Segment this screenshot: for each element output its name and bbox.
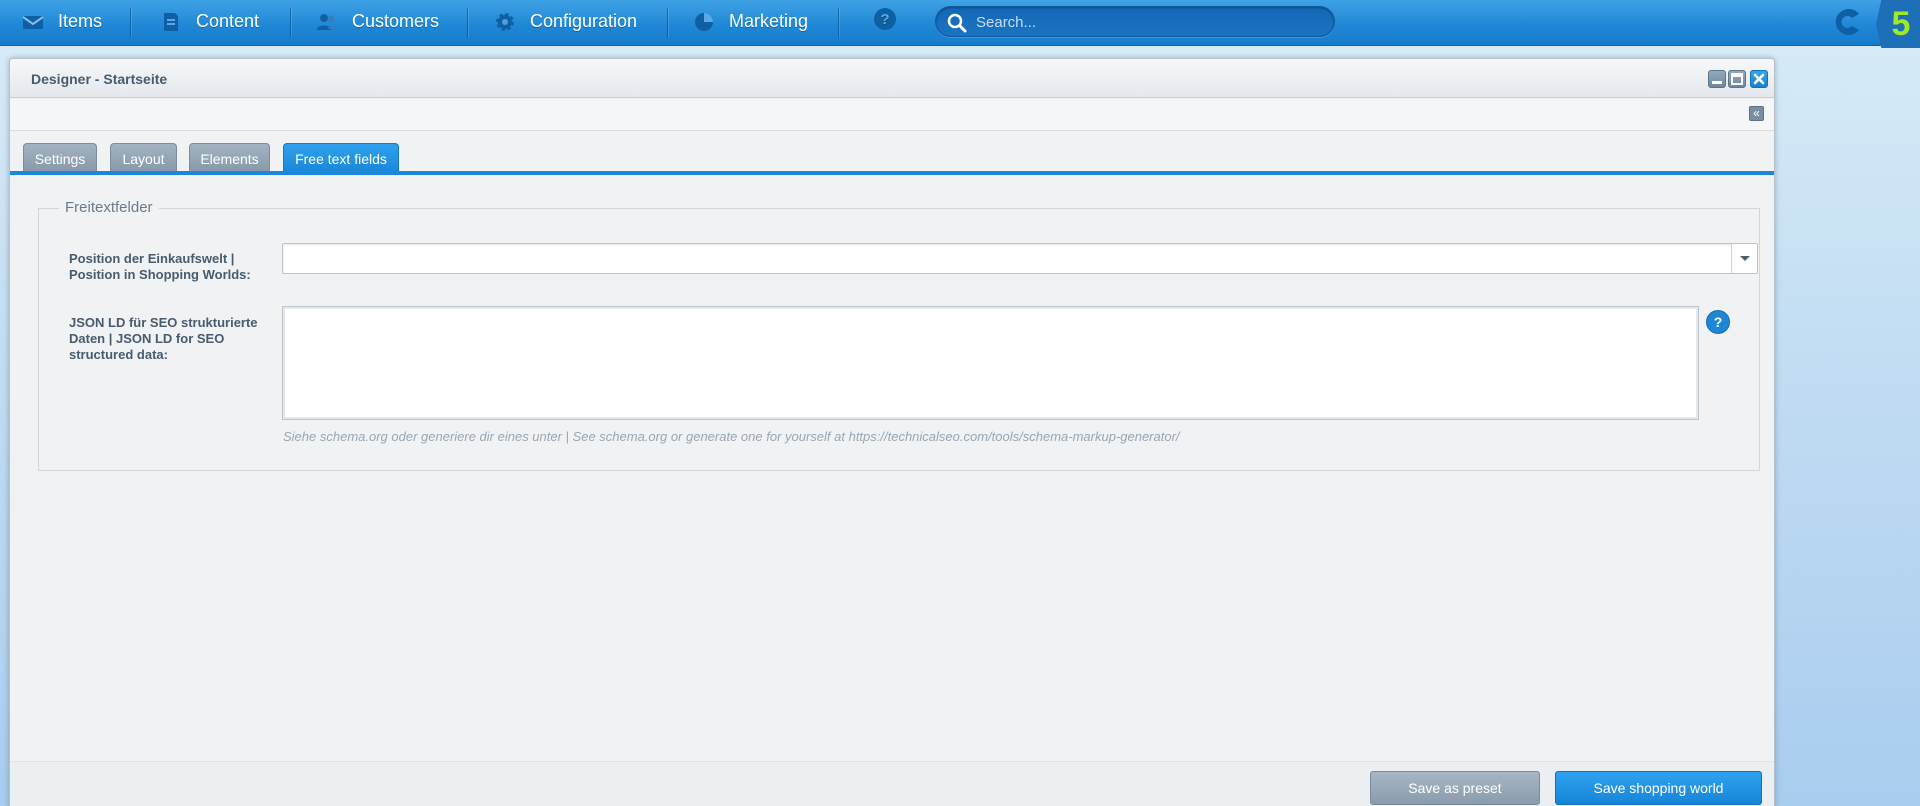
minimize-button[interactable] [1708,70,1726,88]
chevron-down-icon [1740,256,1750,261]
search-box [935,6,1335,37]
combobox-trigger[interactable] [1731,244,1757,273]
nav-separator [290,8,291,38]
shopware-logo-icon [1832,6,1864,38]
inbox-icon [22,11,44,33]
nav-separator [667,8,668,38]
save-as-preset-label: Save as preset [1408,780,1502,796]
free-text-fieldset: Freitextfelder Position der Einkaufswelt… [38,199,1760,471]
window-title: Designer - Startseite [31,71,168,87]
gear-icon [494,11,516,33]
help-icon[interactable]: ? [1707,311,1729,333]
version-badge: 5 [1876,0,1920,48]
top-menu-bar: Items Content Customers Configuration Ma… [0,0,1920,48]
position-combobox[interactable] [282,243,1758,274]
pie-chart-icon [693,11,715,33]
save-as-preset-button[interactable]: Save as preset [1370,771,1540,805]
jsonld-label: JSON LD für SEO strukturierte Daten | JS… [69,315,258,362]
tab-layout[interactable]: Layout [110,143,177,173]
save-shopping-world-label: Save shopping world [1593,780,1724,796]
tab-free-text-fields-label: Free text fields [295,150,387,167]
svg-text:?: ? [880,11,889,28]
nav-configuration[interactable]: Configuration [494,0,637,43]
close-icon [1753,73,1765,85]
nav-content-label: Content [196,11,260,31]
maximize-button[interactable] [1728,70,1746,88]
collapse-panel-button[interactable]: « [1749,106,1764,121]
version-badge-text: 5 [1891,4,1911,43]
position-label: Position der Einkaufswelt | Position in … [69,251,251,282]
window-header: Designer - Startseite [10,59,1774,98]
nav-configuration-label: Configuration [530,11,638,31]
tab-elements-label: Elements [200,150,259,167]
nav-content[interactable]: Content [160,0,259,43]
nav-separator [130,8,131,38]
close-button[interactable] [1750,70,1768,88]
tab-settings[interactable]: Settings [23,143,97,173]
search-icon [946,12,968,34]
question-icon: ? [873,7,897,36]
designer-window: Designer - Startseite « Settings Layout … [9,58,1775,806]
search-input[interactable] [976,11,1316,33]
nav-separator [838,8,839,38]
nav-items-label: Items [58,11,103,31]
window-toolbar [10,99,1774,131]
window-footer: Save as preset Save shopping world [10,761,1774,806]
nav-marketing[interactable]: Marketing [693,0,808,43]
nav-customers-label: Customers [352,11,440,31]
save-shopping-world-button[interactable]: Save shopping world [1555,771,1762,805]
document-icon [160,11,182,33]
users-icon [316,11,338,33]
help-text: Siehe schema.org oder generiere dir eine… [283,429,1180,444]
tab-settings-label: Settings [34,150,86,167]
jsonld-textarea[interactable] [282,306,1699,420]
help-menu[interactable]: ? [873,0,897,43]
tab-underline [10,171,1774,175]
nav-items[interactable]: Items [22,0,102,43]
tab-free-text-fields[interactable]: Free text fields [283,143,399,173]
fieldset-legend: Freitextfelder [59,199,159,216]
nav-separator [467,8,468,38]
tab-layout-label: Layout [122,150,165,167]
minimize-icon [1712,81,1722,84]
nav-marketing-label: Marketing [729,11,809,31]
maximize-icon [1731,73,1743,85]
help-icon-glyph: ? [1713,314,1723,330]
tab-elements[interactable]: Elements [189,143,270,173]
nav-customers[interactable]: Customers [316,0,439,43]
double-chevron-left-icon: « [1753,106,1760,120]
